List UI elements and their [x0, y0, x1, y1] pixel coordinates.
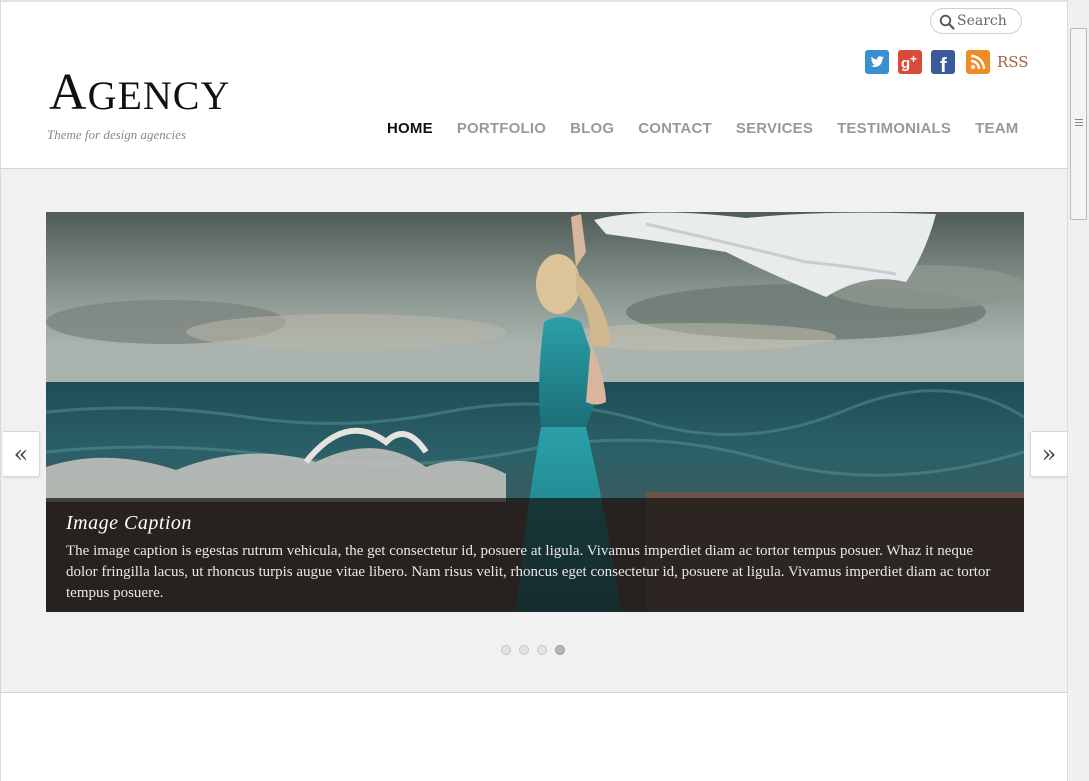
- twitter-icon[interactable]: [865, 50, 889, 74]
- facebook-icon[interactable]: f: [931, 50, 955, 74]
- page: g + f RSS AGENCY Theme for design agenci…: [0, 0, 1068, 781]
- svg-text:g: g: [901, 55, 910, 72]
- caption-title: Image Caption: [66, 512, 192, 534]
- nav-item-services[interactable]: SERVICES: [736, 120, 813, 137]
- nav-item-blog[interactable]: BLOG: [570, 120, 614, 137]
- google-plus-icon[interactable]: g +: [898, 50, 922, 74]
- search-box[interactable]: [930, 8, 1022, 34]
- vertical-scrollbar[interactable]: [1067, 0, 1089, 781]
- main-nav: HOME PORTFOLIO BLOG CONTACT SERVICES TES…: [387, 120, 1042, 137]
- nav-item-contact[interactable]: CONTACT: [638, 120, 712, 137]
- search-icon: [939, 14, 955, 30]
- search-input[interactable]: [957, 12, 1017, 30]
- rss-link[interactable]: RSS: [997, 53, 1029, 71]
- logo-initial: A: [49, 64, 88, 121]
- nav-item-testimonials[interactable]: TESTIMONIALS: [837, 120, 951, 137]
- site-logo[interactable]: AGENCY: [49, 63, 230, 122]
- site-tagline: Theme for design agencies: [47, 127, 187, 142]
- scrollbar-grip-icon: [1075, 119, 1083, 127]
- slider-dot-4[interactable]: [555, 645, 565, 655]
- slide-image: Image Caption The image caption is egest…: [46, 212, 1024, 612]
- scrollbar-thumb[interactable]: [1070, 28, 1087, 220]
- caption-text: The image caption is egestas rutrum vehi…: [66, 543, 991, 601]
- slider-pagination: [501, 645, 573, 655]
- svg-text:+: +: [910, 52, 917, 66]
- svg-text:f: f: [940, 55, 947, 74]
- nav-item-portfolio[interactable]: PORTFOLIO: [457, 120, 546, 137]
- slider-next-button[interactable]: »: [1030, 431, 1067, 477]
- top-border: [1, 0, 1068, 2]
- slider-dot-1[interactable]: [501, 645, 511, 655]
- nav-item-team[interactable]: TEAM: [975, 120, 1018, 137]
- slider-dot-3[interactable]: [537, 645, 547, 655]
- nav-item-home[interactable]: HOME: [387, 120, 433, 137]
- slide-caption: Image Caption The image caption is egest…: [46, 498, 1024, 612]
- slider-prev-button[interactable]: «: [3, 431, 40, 477]
- rss-icon[interactable]: [966, 50, 990, 74]
- logo-rest: GENCY: [87, 73, 231, 118]
- slider-dot-2[interactable]: [519, 645, 529, 655]
